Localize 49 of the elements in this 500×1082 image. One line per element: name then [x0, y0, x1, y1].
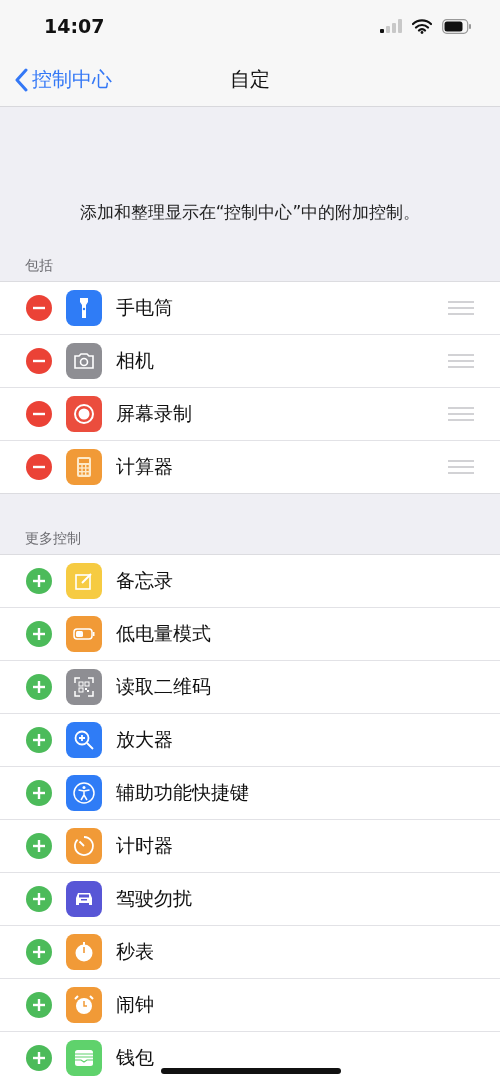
accessibility-icon — [72, 781, 96, 805]
remove-button[interactable] — [26, 295, 52, 321]
drag-handle-icon[interactable] — [448, 460, 474, 474]
add-button[interactable] — [26, 674, 52, 700]
add-button[interactable] — [26, 992, 52, 1018]
section-header: 包括 — [24, 257, 54, 275]
add-button[interactable] — [26, 939, 52, 965]
control-label: 备忘录 — [116, 568, 174, 593]
add-button[interactable] — [26, 727, 52, 753]
alarm-clock-icon — [72, 993, 96, 1017]
drag-handle-icon[interactable] — [448, 301, 474, 315]
control-label: 闹钟 — [116, 992, 155, 1017]
add-button[interactable] — [26, 886, 52, 912]
control-label: 低电量模式 — [116, 621, 212, 646]
control-label: 屏幕录制 — [116, 401, 193, 426]
page-title: 自定 — [230, 65, 270, 93]
control-label: 手电筒 — [116, 295, 174, 320]
battery-icon — [442, 18, 472, 34]
signal-icon — [380, 19, 402, 33]
magnifier-icon — [72, 728, 96, 752]
wifi-icon — [412, 18, 432, 34]
control-label: 秒表 — [116, 939, 155, 964]
remove-button[interactable] — [26, 348, 52, 374]
timer-icon — [72, 834, 96, 858]
control-label: 计时器 — [116, 833, 174, 858]
add-button[interactable] — [26, 621, 52, 647]
add-button[interactable] — [26, 833, 52, 859]
control-label: 读取二维码 — [116, 674, 212, 699]
drag-handle-icon[interactable] — [448, 354, 474, 368]
add-button[interactable] — [26, 1045, 52, 1071]
description-text: 添加和整理显示在“控制中心”中的附加控制。 — [78, 201, 422, 224]
section-header: 更多控制 — [24, 530, 82, 548]
control-label: 相机 — [116, 348, 155, 373]
status-time: 14:07 — [44, 15, 105, 37]
add-button[interactable] — [26, 568, 52, 594]
add-button[interactable] — [26, 780, 52, 806]
control-label: 驾驶勿扰 — [116, 886, 193, 911]
back-button[interactable]: 控制中心 — [14, 66, 112, 93]
remove-button[interactable] — [26, 454, 52, 480]
back-label: 控制中心 — [32, 66, 112, 93]
chevron-left-icon — [14, 67, 28, 92]
record-icon — [72, 402, 96, 426]
remove-button[interactable] — [26, 401, 52, 427]
control-label: 钱包 — [116, 1045, 155, 1070]
control-label: 放大器 — [116, 727, 174, 752]
qr-code-icon — [72, 675, 96, 699]
drag-handle-icon[interactable] — [448, 407, 474, 421]
control-label: 辅助功能快捷键 — [116, 780, 250, 805]
control-label: 计算器 — [116, 454, 174, 479]
